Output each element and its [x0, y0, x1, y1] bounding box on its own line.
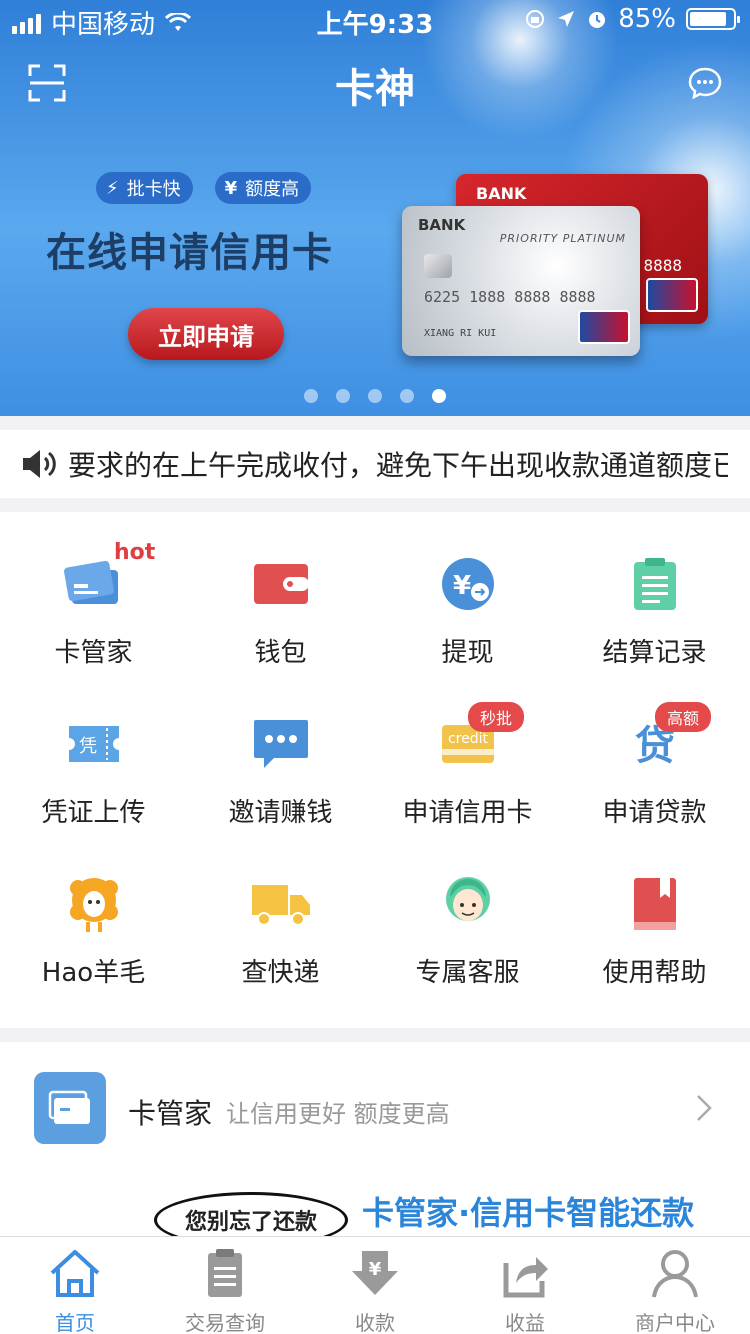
grid-item-voucher-upload[interactable]: 凭 凭证上传	[0, 672, 187, 832]
promo-slogan: 卡管家·信用卡智能还款	[362, 1194, 695, 1232]
customer-service-icon	[436, 872, 500, 936]
carousel-dot[interactable]	[304, 389, 318, 403]
tab-transaction-query[interactable]: 交易查询	[150, 1237, 300, 1334]
carousel-dots	[0, 389, 750, 403]
banner-headline: 在线申请信用卡	[46, 230, 333, 276]
rotation-lock-icon	[526, 10, 545, 28]
wallet-icon	[249, 552, 313, 616]
carousel-dot[interactable]	[400, 389, 414, 403]
credit-card-image-silver: BANK PRIORITY PLATINUM 6225 1888 8888 88…	[402, 206, 640, 356]
grid-item-hao-wool[interactable]: Hao羊毛	[0, 832, 187, 992]
carousel-dot[interactable]	[368, 389, 382, 403]
tab-merchant-center[interactable]: 商户中心	[600, 1237, 750, 1334]
home-icon	[50, 1250, 100, 1297]
status-bar: 中国移动 上午9:33 85%	[0, 0, 750, 40]
document-icon	[208, 1249, 242, 1297]
withdraw-icon: ¥	[436, 552, 500, 616]
voucher-icon: 凭	[62, 712, 126, 776]
banner-tag-fast: ⚡ 批卡快	[96, 172, 193, 204]
card-manager-icon	[34, 1072, 106, 1144]
grid-item-track-delivery[interactable]: 查快递	[187, 832, 374, 992]
grid-item-card-manager[interactable]: hot 卡管家	[0, 512, 187, 672]
tab-home[interactable]: 首页	[0, 1237, 150, 1334]
badge-high-amount: 高额	[655, 702, 712, 732]
grid-item-customer-service[interactable]: 专属客服	[374, 832, 561, 992]
receive-money-icon: ¥	[352, 1251, 398, 1295]
yen-icon: ¥	[224, 177, 238, 199]
truck-icon	[249, 872, 313, 936]
unionpay-logo	[578, 310, 630, 344]
unionpay-logo	[646, 278, 698, 312]
chat-bubble-icon[interactable]	[688, 66, 722, 100]
svg-text:¥: ¥	[452, 571, 470, 601]
speaker-icon	[23, 450, 56, 478]
battery-icon	[686, 8, 740, 30]
help-book-icon	[623, 872, 687, 936]
svg-text:credit: credit	[447, 731, 488, 747]
banner[interactable]: 中国移动 上午9:33 85% 卡神 ⚡ 批卡快 ¥ 额度高 在线申请信用卡 立…	[0, 0, 750, 416]
grid-item-apply-credit-card[interactable]: credit 秒批 申请信用卡	[374, 672, 561, 832]
promo-title: 卡管家	[128, 1097, 213, 1130]
grid-item-wallet[interactable]: 钱包	[187, 512, 374, 672]
apply-now-button[interactable]: 立即申请	[128, 308, 284, 360]
chevron-right-icon[interactable]	[694, 1094, 714, 1122]
page-title: 卡神	[335, 66, 415, 112]
svg-text:凭: 凭	[79, 736, 97, 757]
user-icon	[652, 1250, 698, 1298]
card-chip-icon	[424, 254, 452, 278]
grid-item-usage-help[interactable]: 使用帮助	[561, 832, 748, 992]
sheep-icon	[62, 872, 126, 936]
carousel-dot-active[interactable]	[432, 389, 446, 403]
card-manager-promo[interactable]: 卡管家 让信用更好 额度更高 您别忘了还款 卡管家·信用卡智能还款	[0, 1042, 750, 1248]
grid-item-invite-earn[interactable]: 邀请赚钱	[187, 672, 374, 832]
banner-tag-high-limit: ¥ 额度高	[214, 172, 312, 204]
lightning-icon: ⚡	[106, 177, 119, 199]
tab-bar: 首页 交易查询 ¥ 收款 收益 商户中心	[0, 1236, 750, 1334]
promo-subtitle: 让信用更好 额度更高	[226, 1100, 450, 1128]
battery-percent: 85%	[618, 4, 676, 34]
notice-bar[interactable]: 要求的在上午完成收付，避免下午出现收款通道额度已	[0, 430, 750, 498]
grid-item-settlement-record[interactable]: 结算记录	[561, 512, 748, 672]
tab-receive-payment[interactable]: ¥ 收款	[300, 1237, 450, 1334]
grid-item-withdraw[interactable]: ¥ 提现	[374, 512, 561, 672]
alarm-icon	[589, 12, 606, 28]
location-icon	[558, 11, 575, 27]
svg-text:¥: ¥	[369, 1259, 382, 1280]
badge-instant-approval: 秒批	[468, 702, 525, 732]
notice-text: 要求的在上午完成收付，避免下午出现收款通道额度已	[68, 449, 728, 482]
share-icon	[503, 1257, 548, 1298]
grid-item-apply-loan[interactable]: 贷 高额 申请贷款	[561, 672, 748, 832]
tab-earnings[interactable]: 收益	[450, 1237, 600, 1334]
clipboard-icon	[623, 552, 687, 616]
feature-grid: hot 卡管家 钱包 ¥ 提现 结算记录 凭 凭证上传 邀请赚钱 credit	[0, 512, 750, 1028]
chat-dots-icon	[249, 712, 313, 776]
hot-badge: hot	[114, 540, 156, 565]
carousel-dot[interactable]	[336, 389, 350, 403]
